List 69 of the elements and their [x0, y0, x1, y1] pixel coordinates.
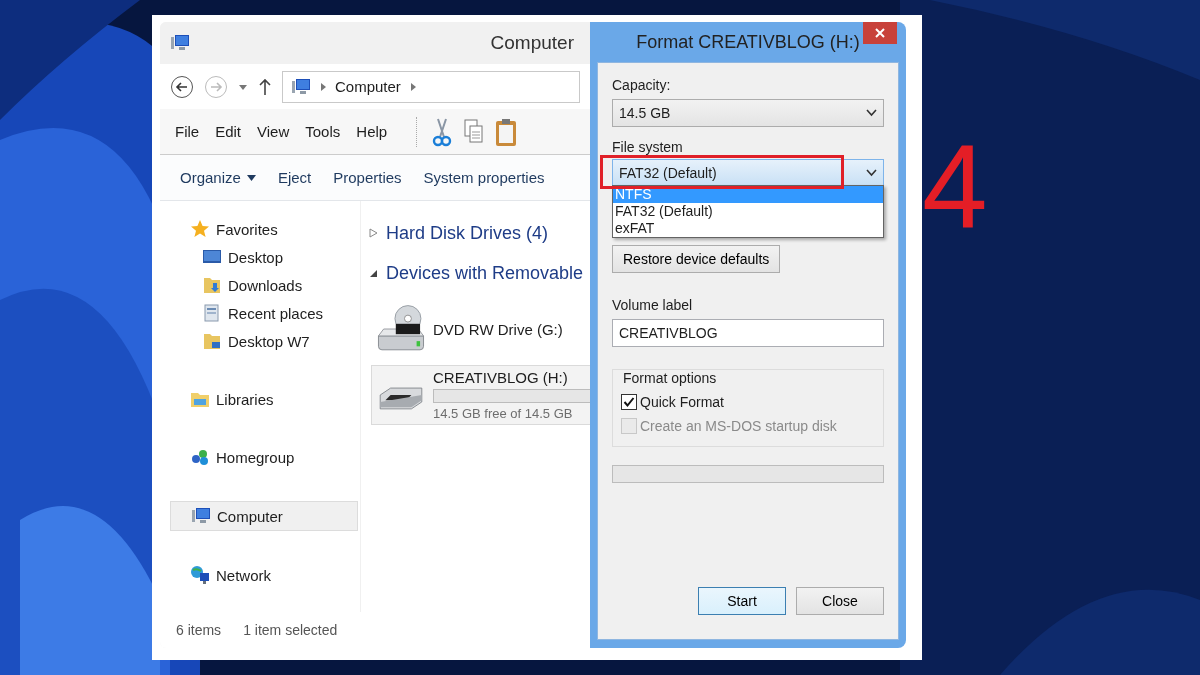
computer-icon	[170, 33, 190, 53]
breadcrumb-arrow-icon	[408, 81, 417, 92]
close-button[interactable]	[863, 22, 897, 44]
nav-item[interactable]: Downloads	[170, 271, 358, 299]
up-arrow-icon[interactable]	[258, 77, 272, 96]
drive-name: DVD RW Drive (G:)	[433, 320, 563, 338]
checkbox-label: Quick Format	[640, 394, 724, 410]
menu-item[interactable]: Tools	[300, 119, 346, 144]
breadcrumb-arrow-icon	[319, 81, 327, 92]
window-title: Computer	[490, 32, 575, 54]
collapsed-triangle-icon[interactable]	[369, 228, 378, 238]
dialog-title: Format CREATIVBLOG (H:)	[636, 31, 860, 53]
file-system-label: File system	[612, 139, 684, 155]
recent-places-icon	[202, 303, 222, 323]
nav-item[interactable]: Desktop	[170, 243, 358, 271]
dialog-button[interactable]: Close	[796, 587, 884, 615]
computer-icon	[191, 506, 211, 526]
nav-item[interactable]: Recent places	[170, 299, 358, 327]
nav-item[interactable]: Desktop W7	[170, 327, 358, 355]
nav-item[interactable]: Network	[170, 561, 358, 589]
nav-item[interactable]: Computer	[170, 501, 358, 531]
scissors-icon[interactable]	[431, 116, 454, 147]
capacity-dropdown[interactable]: 14.5 GB	[612, 99, 884, 127]
toolbar-button[interactable]: Eject	[277, 169, 312, 186]
volume-label-label: Volume label	[612, 297, 694, 313]
checkbox-label: Create an MS-DOS startup disk	[640, 418, 837, 434]
group-header[interactable]: Devices with Removable	[386, 262, 584, 284]
free-space-text: 14.5 GB free of 14.5 GB	[433, 406, 574, 421]
homegroup-icon	[190, 447, 210, 467]
computer-icon	[291, 76, 311, 97]
folder-icon	[202, 331, 222, 351]
toolbar-button[interactable]: Properties	[333, 169, 402, 186]
menu-item[interactable]: View	[252, 119, 295, 144]
menu-item[interactable]: Edit	[210, 119, 247, 144]
download-folder-icon	[202, 275, 222, 295]
network-icon	[190, 565, 210, 585]
close-icon	[875, 28, 885, 38]
address-bar[interactable]: Computer	[282, 70, 580, 103]
expanded-triangle-icon[interactable]	[369, 268, 378, 278]
dropdown-option[interactable]: FAT32 (Default)	[613, 203, 883, 220]
nav-item[interactable]: Homegroup	[170, 443, 358, 471]
toolbar-button[interactable]: Organize	[180, 169, 256, 186]
nav-item[interactable]: Libraries	[170, 385, 358, 413]
toolbar-button[interactable]: System properties	[423, 169, 545, 186]
dropdown-option[interactable]: exFAT	[613, 220, 883, 237]
menu-item[interactable]: Help	[351, 119, 393, 144]
checkbox[interactable]	[621, 394, 637, 410]
clipboard-icon[interactable]	[495, 116, 518, 147]
group-title: Format options	[621, 370, 719, 386]
file-system-dropdown[interactable]: FAT32 (Default)	[612, 159, 884, 187]
chevron-icon	[866, 109, 877, 117]
menu-item[interactable]: File	[170, 119, 205, 144]
volume-label-field[interactable]: CREATIVBLOG	[612, 319, 884, 347]
drive-name: CREATIVBLOG (H:)	[433, 369, 569, 386]
chevron-icon	[866, 169, 877, 177]
dialog-button[interactable]: Start	[698, 587, 786, 615]
group-header[interactable]: Hard Disk Drives (4)	[386, 222, 549, 244]
drive-item[interactable]: CREATIVBLOG (H:) 14.5 GB free of 14.5 GB	[371, 365, 590, 425]
back-button[interactable]	[170, 74, 194, 99]
status-text: 6 items	[176, 622, 222, 638]
dropdown-arrow-icon[interactable]	[238, 82, 248, 91]
star-icon	[190, 219, 210, 239]
nav-item[interactable]: Favorites	[170, 215, 358, 243]
status-text: 1 item selected	[243, 622, 338, 638]
step-number: 4	[922, 128, 988, 246]
drive-item[interactable]: DVD RW Drive (G:)	[371, 299, 590, 359]
caret-icon	[246, 174, 256, 181]
capacity-label: Capacity:	[612, 77, 672, 93]
restore-defaults-button[interactable]: Restore device defaults	[612, 245, 781, 273]
